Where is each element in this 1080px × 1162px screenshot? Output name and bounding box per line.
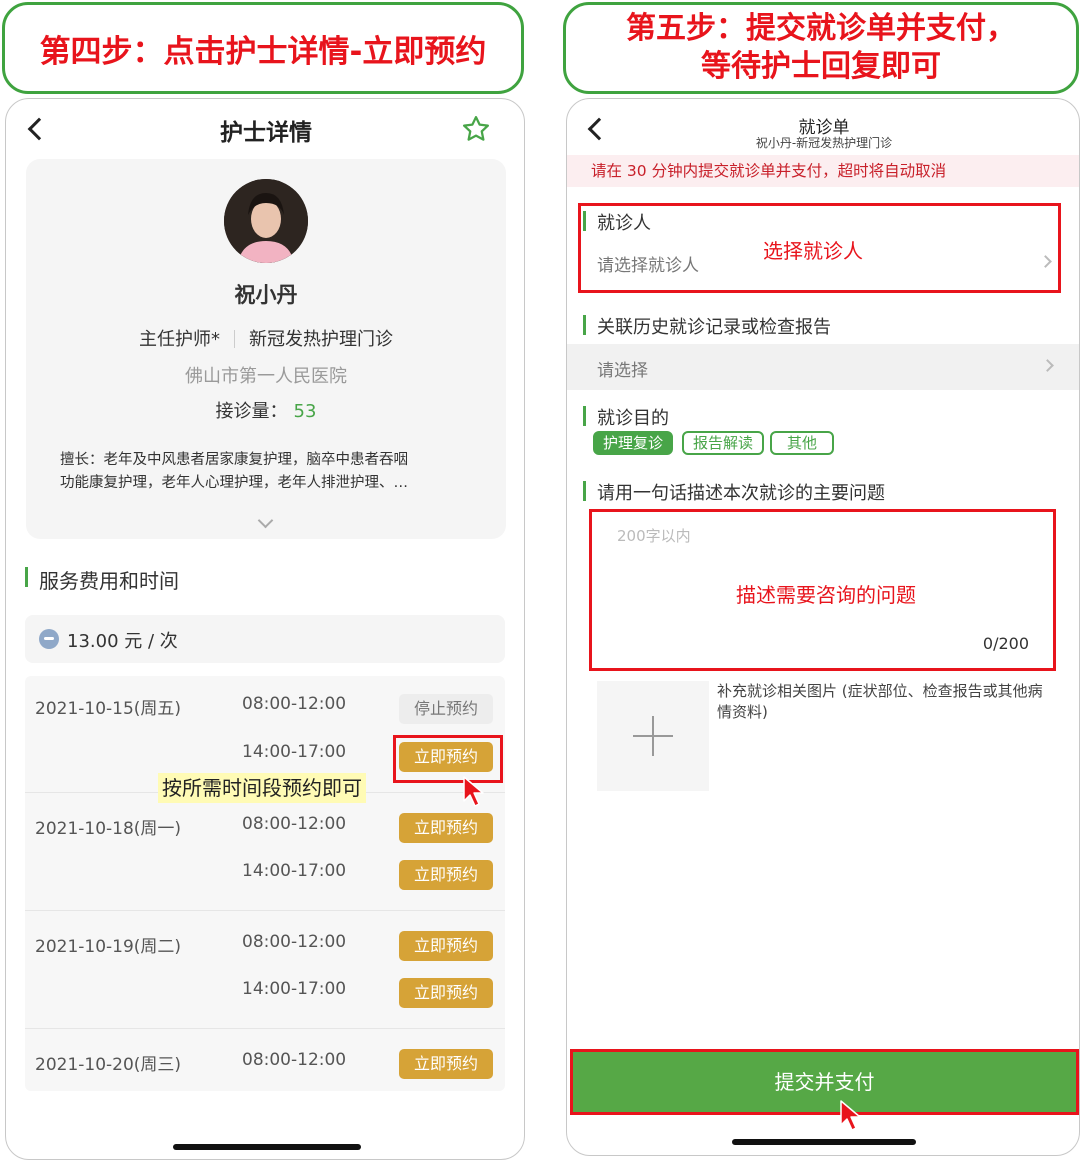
schedule-time: 14:00-17:00 — [242, 742, 347, 762]
schedule-time: 14:00-17:00 — [242, 979, 347, 999]
page-subtitle: 祝小丹-新冠发热护理门诊 — [755, 136, 893, 150]
cursor-icon — [463, 776, 484, 807]
nurse-title-row: 主任护师* 新冠发热护理门诊 — [26, 325, 506, 351]
chat-bubble-icon — [39, 629, 59, 649]
schedule-time: 08:00-12:00 — [242, 694, 347, 714]
specialty-line: 功能康复护理，老年人心理护理，老年人排泄护理、… — [60, 475, 408, 491]
book-now-button[interactable]: 立即预约 — [399, 931, 493, 961]
hospital-name: 佛山市第一人民医院 — [185, 366, 347, 387]
step-five-text-line1: 第五步：提交就诊单并支付， — [626, 11, 1016, 46]
step-five-text-line2: 等待护士回复即可 — [701, 49, 941, 84]
book-now-button[interactable]: 立即预约 — [399, 978, 493, 1008]
purpose-section-title: 就诊目的 — [583, 404, 669, 430]
consult-count-value: 53 — [293, 401, 317, 422]
nurse-position: 主任护师* — [139, 329, 220, 350]
schedule-time: 14:00-17:00 — [242, 861, 347, 881]
purpose-tag-followup[interactable]: 护理复诊 — [593, 431, 673, 455]
chevron-down-icon[interactable] — [257, 512, 274, 529]
booking-hint-annotation: 按所需时间段预约即可 — [158, 773, 366, 803]
home-indicator — [173, 1144, 361, 1150]
book-now-button[interactable]: 立即预约 — [399, 1049, 493, 1079]
purpose-tag-report[interactable]: 报告解读 — [682, 431, 764, 455]
history-select[interactable]: 请选择 — [567, 344, 1079, 390]
consult-count: 接诊量： 53 — [26, 397, 506, 423]
book-now-button[interactable]: 立即预约 — [399, 813, 493, 843]
service-section-title: 服务费用和时间 — [25, 565, 179, 594]
schedule-date: 2021-10-20(周三) — [35, 1055, 182, 1075]
upload-hint: 补充就诊相关图片 (症状部位、检查报告或其他病情资料) — [717, 682, 1043, 721]
plus-icon — [633, 716, 673, 756]
visit-order-screen: 就诊单 祝小丹-新冠发热护理门诊 请在 30 分钟内提交就诊单并支付，超时将自动… — [566, 98, 1080, 1156]
timeout-notice: 请在 30 分钟内提交就诊单并支付，超时将自动取消 — [567, 155, 1079, 187]
step-four-banner: 第四步：点击护士详情-立即预约 — [2, 2, 524, 94]
description-section-title: 请用一句话描述本次就诊的主要问题 — [583, 479, 885, 505]
patient-highlight — [578, 203, 1061, 293]
history-section-title: 关联历史就诊记录或检查报告 — [583, 313, 831, 339]
schedule-date: 2021-10-15(周五) — [35, 699, 182, 719]
purpose-tag-other[interactable]: 其他 — [770, 431, 834, 455]
fee-box: 13.00 元 / 次 — [25, 615, 505, 663]
book-now-button[interactable]: 立即预约 — [399, 860, 493, 890]
schedule-time: 08:00-12:00 — [242, 932, 347, 952]
chevron-right-icon — [1041, 359, 1054, 372]
schedule-time: 08:00-12:00 — [242, 1050, 347, 1070]
nurse-name: 祝小丹 — [234, 283, 298, 307]
schedule-date: 2021-10-19(周二) — [35, 937, 182, 957]
home-indicator — [732, 1139, 916, 1145]
row-divider — [25, 1028, 505, 1029]
star-icon[interactable] — [461, 114, 491, 144]
fee-text: 13.00 元 / 次 — [67, 631, 178, 652]
cursor-icon — [840, 1100, 861, 1131]
schedule-time: 08:00-12:00 — [242, 814, 347, 834]
title-divider — [234, 330, 235, 348]
nurse-department: 新冠发热护理门诊 — [249, 329, 393, 350]
description-highlight — [589, 509, 1056, 671]
image-upload-button[interactable] — [597, 681, 709, 791]
stop-booking-button: 停止预约 — [399, 694, 493, 724]
consult-count-label: 接诊量： — [215, 401, 288, 422]
step-five-banner: 第五步：提交就诊单并支付， 等待护士回复即可 — [563, 2, 1079, 94]
submit-highlight — [570, 1049, 1079, 1115]
history-placeholder: 请选择 — [597, 361, 648, 381]
avatar — [224, 179, 308, 263]
step-four-text: 第四步：点击护士详情-立即预约 — [39, 33, 487, 70]
row-divider — [25, 910, 505, 911]
nurse-profile-card: 祝小丹 主任护师* 新冠发热护理门诊 佛山市第一人民医院 接诊量： 53 擅长：老年… — [26, 159, 506, 539]
specialty-text: 擅长：老年及中风患者居家康复护理，脑卒中患者吞咽 功能康复护理，老年人心理护理，… — [60, 449, 480, 495]
specialty-line: 擅长：老年及中风患者居家康复护理，脑卒中患者吞咽 — [60, 452, 408, 468]
nurse-detail-screen: 护士详情 祝小丹 主任护师* 新冠发热护理门诊 佛山市第一人民医院 接诊量： 53 … — [5, 98, 525, 1160]
page-title: 护士详情 — [220, 120, 312, 146]
schedule-date: 2021-10-18(周一) — [35, 819, 182, 839]
